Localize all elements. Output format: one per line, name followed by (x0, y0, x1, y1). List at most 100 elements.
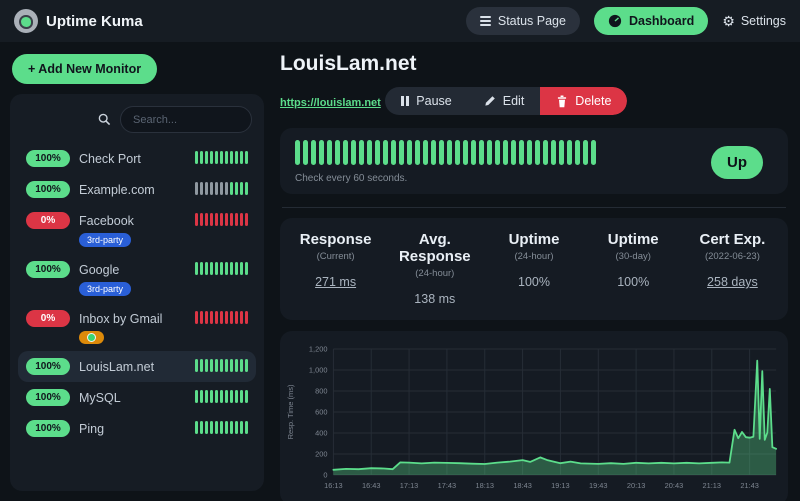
heartbeat-bar[interactable] (295, 140, 711, 165)
svg-text:19:43: 19:43 (589, 481, 608, 490)
svg-text:17:13: 17:13 (400, 481, 419, 490)
navbar-actions: Status Page Dashboard ⚙ Settings (466, 7, 786, 35)
stat-value[interactable]: 271 ms (286, 275, 385, 289)
stat-subtitle: (2022-06-23) (683, 251, 782, 262)
stat-uptime: Uptime(30-day)100% (584, 231, 683, 306)
delete-button[interactable]: Delete (540, 87, 627, 115)
sidebar: + Add New Monitor 100% Check Port 100%Exam… (0, 42, 270, 501)
main-panel: LouisLam.net https://louislam.net Pause … (270, 42, 800, 501)
svg-text:200: 200 (315, 449, 327, 458)
svg-text:17:43: 17:43 (438, 481, 457, 490)
svg-text:18:13: 18:13 (475, 481, 494, 490)
content: + Add New Monitor 100% Check Port 100%Exam… (0, 42, 800, 501)
svg-text:21:13: 21:13 (703, 481, 722, 490)
brand: Uptime Kuma (14, 9, 143, 33)
delete-label: Delete (575, 94, 611, 108)
monitor-name: LouisLam.net (79, 360, 154, 374)
mini-heartbeat-bar (195, 151, 248, 164)
uptime-badge: 100% (26, 358, 70, 375)
stats-row: Response(Current)271 msAvg. Response(24-… (280, 218, 788, 320)
divider (282, 207, 786, 208)
trash-icon (556, 95, 568, 108)
svg-text:1,000: 1,000 (309, 365, 328, 374)
monitor-item[interactable]: 0%Inbox by Gmail (18, 303, 256, 351)
tag-badge: 3rd-party (79, 282, 131, 296)
monitor-name: Check Port (79, 152, 141, 166)
stat-subtitle: (24-hour) (484, 251, 583, 262)
response-chart-panel: 02004006008001,0001,20016:1316:4317:1317… (280, 331, 788, 501)
monitor-tags (79, 331, 195, 344)
stat-subtitle: (24-hour) (385, 268, 484, 279)
stat-subtitle: (Current) (286, 251, 385, 262)
brand-name: Uptime Kuma (46, 13, 143, 30)
tag-badge: 3rd-party (79, 233, 131, 247)
monitor-actions: Pause Edit Delete (385, 87, 627, 115)
mini-heartbeat-bar (195, 359, 248, 372)
monitor-url-link[interactable]: https://louislam.net (280, 97, 381, 109)
monitor-name: MySQL (79, 391, 121, 405)
monitor-item[interactable]: 100% LouisLam.net (18, 351, 256, 382)
svg-text:16:43: 16:43 (362, 481, 381, 490)
monitor-item[interactable]: 100% Check Port (18, 143, 256, 174)
tag-badge (79, 331, 104, 344)
mini-heartbeat-bar (195, 311, 248, 324)
dashboard-label: Dashboard (629, 14, 694, 28)
stat-uptime: Uptime(24-hour)100% (484, 231, 583, 306)
uptime-badge: 100% (26, 181, 70, 198)
response-time-chart[interactable]: 02004006008001,0001,20016:1316:4317:1317… (282, 335, 786, 501)
stat-value[interactable]: 258 days (683, 275, 782, 289)
svg-text:1,200: 1,200 (309, 344, 328, 353)
svg-text:0: 0 (323, 470, 327, 479)
dashboard-button[interactable]: Dashboard (594, 7, 708, 35)
mini-heartbeat-bar (195, 262, 248, 275)
monitor-item[interactable]: 100%Google3rd-party (18, 254, 256, 303)
stat-response: Response (Current) 271 ms (286, 231, 385, 306)
edit-button[interactable]: Edit (468, 87, 541, 115)
settings-button[interactable]: ⚙ Settings (722, 13, 786, 30)
svg-text:Resp. Time (ms): Resp. Time (ms) (286, 384, 295, 439)
status-badge: Up (711, 146, 763, 179)
edit-label: Edit (503, 94, 525, 108)
uptime-kuma-logo-icon (14, 9, 38, 33)
status-page-button[interactable]: Status Page (466, 7, 580, 35)
stat-title: Cert Exp. (683, 231, 782, 248)
pause-label: Pause (416, 94, 451, 108)
monitor-item[interactable]: 0%Facebook3rd-party (18, 205, 256, 254)
monitor-item[interactable]: 100%Ping (18, 413, 256, 444)
search-icon (98, 113, 111, 126)
monitor-item[interactable]: 100%Example.com (18, 174, 256, 205)
monitor-name: Facebook (79, 214, 134, 228)
stat-title: Uptime (584, 231, 683, 248)
settings-label: Settings (741, 14, 786, 28)
stat-title: Uptime (484, 231, 583, 248)
pause-icon (401, 96, 409, 106)
svg-text:18:43: 18:43 (513, 481, 532, 490)
pause-button[interactable]: Pause (385, 87, 467, 115)
add-new-monitor-button[interactable]: + Add New Monitor (12, 54, 157, 84)
svg-text:400: 400 (315, 428, 327, 437)
monitor-name: Inbox by Gmail (79, 312, 162, 326)
check-interval-text: Check every 60 seconds. (295, 173, 711, 184)
mini-heartbeat-bar (195, 390, 248, 403)
svg-text:21:43: 21:43 (740, 481, 759, 490)
pencil-icon (484, 95, 496, 107)
search-input[interactable] (120, 106, 252, 133)
svg-text:16:13: 16:13 (324, 481, 343, 490)
monitor-item[interactable]: 100% MySQL (18, 382, 256, 413)
stat-avg-response: Avg. Response(24-hour)138 ms (385, 231, 484, 306)
uptime-badge: 100% (26, 150, 70, 167)
tag-dot-icon (87, 333, 96, 342)
monitor-list-panel: 100%Check Port100%Example.com0%Facebook3… (10, 94, 264, 491)
monitor-name: Google (79, 263, 119, 277)
stat-title: Avg. Response (385, 231, 484, 265)
gauge-icon (608, 14, 622, 28)
stat-value: 100% (584, 275, 683, 289)
uptime-badge: 100% (26, 389, 70, 406)
svg-text:20:13: 20:13 (627, 481, 646, 490)
monitor-tags: 3rd-party (79, 282, 195, 296)
list-icon (480, 16, 491, 26)
monitor-name: Ping (79, 422, 104, 436)
stat-cert-exp-: Cert Exp. (2022-06-23) 258 days (683, 231, 782, 306)
mini-heartbeat-bar (195, 213, 248, 226)
stat-title: Response (286, 231, 385, 248)
